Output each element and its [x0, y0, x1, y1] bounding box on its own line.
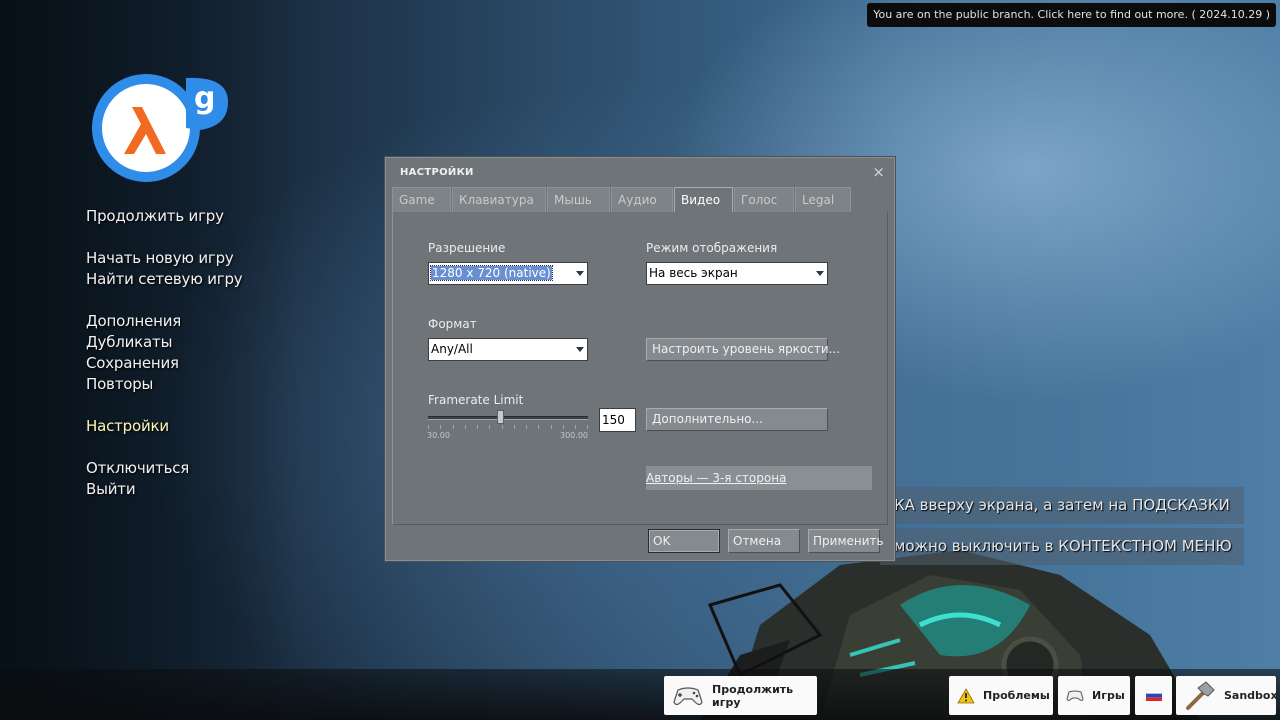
slider-ticks — [428, 425, 588, 429]
menu-addons[interactable]: Дополнения — [86, 311, 242, 332]
framerate-min-label: 30.00 — [427, 431, 450, 440]
hammer-icon — [1186, 680, 1215, 710]
gamemode-sandbox-button[interactable]: Sandbox — [1176, 676, 1278, 715]
menu-dupes[interactable]: Дубликаты — [86, 332, 242, 353]
continue-game-label: Продолжить игру — [712, 682, 794, 709]
menu-find-multiplayer[interactable]: Найти сетевую игру — [86, 269, 243, 290]
framerate-slider-thumb[interactable] — [497, 410, 504, 424]
display-mode-label: Режим отображения — [646, 241, 778, 255]
tab-game[interactable]: Game — [392, 187, 451, 212]
framerate-max-label: 300.00 — [560, 431, 588, 440]
framerate-label: Framerate Limit — [428, 393, 524, 407]
chevron-down-icon — [576, 347, 584, 352]
menu-saves[interactable]: Сохранения — [86, 353, 242, 374]
settings-dialog: НАСТРОЙКИ × Game Клавиатура Мышь Аудио В… — [384, 156, 896, 562]
dialog-title: НАСТРОЙКИ — [400, 167, 474, 178]
resolution-label: Разрешение — [428, 241, 506, 255]
games-button[interactable]: Игры — [1058, 676, 1130, 715]
apply-button[interactable]: Применить — [808, 529, 884, 553]
tab-video[interactable]: Видео — [674, 187, 733, 213]
menu-quit[interactable]: Выйти — [86, 479, 242, 500]
menu-demos[interactable]: Повторы — [86, 374, 242, 395]
cancel-button[interactable]: Отмена — [728, 529, 800, 553]
aspect-label: Формат — [428, 317, 477, 331]
gmod-logo: g — [92, 74, 228, 182]
chevron-down-icon — [816, 271, 824, 276]
warning-icon — [957, 687, 975, 703]
tab-voice[interactable]: Голос — [734, 187, 794, 212]
public-branch-banner[interactable]: You are on the public branch. Click here… — [867, 3, 1276, 27]
games-label: Игры — [1092, 689, 1125, 702]
brightness-button[interactable]: Настроить уровень яркости... — [646, 338, 840, 361]
main-menu: Продолжить игру Начать новую игру Найти … — [86, 206, 243, 500]
gamepad-icon — [673, 686, 703, 705]
menu-new-game[interactable]: Начать новую игру — [86, 248, 242, 269]
problems-button[interactable]: Проблемы — [949, 676, 1053, 715]
menu-resume-game[interactable]: Продолжить игру — [86, 206, 242, 227]
sandbox-label: Sandbox — [1224, 689, 1278, 702]
tab-legal[interactable]: Legal — [795, 187, 851, 212]
framerate-value-field[interactable]: 150 — [599, 408, 636, 432]
settings-tabs: Game Клавиатура Мышь Аудио Видео Голос L… — [392, 187, 852, 213]
menu-disconnect[interactable]: Отключиться — [86, 458, 242, 479]
problems-label: Проблемы — [983, 689, 1050, 702]
resolution-dropdown[interactable]: 1280 x 720 (native) — [428, 262, 588, 285]
tab-mouse[interactable]: Мышь — [547, 187, 610, 212]
chevron-down-icon — [576, 271, 584, 276]
framerate-slider-track[interactable] — [428, 416, 588, 420]
tab-audio[interactable]: Аудио — [611, 187, 673, 212]
gamepad-icon — [1066, 690, 1084, 701]
tab-keyboard[interactable]: Клавиатура — [452, 187, 546, 212]
display-mode-value: На весь экран — [649, 266, 738, 280]
close-icon[interactable]: × — [872, 165, 885, 180]
credits-link[interactable]: Авторы — 3-я сторона — [646, 466, 872, 490]
menu-options[interactable]: Настройки — [86, 416, 242, 437]
language-button[interactable] — [1135, 676, 1172, 715]
aspect-dropdown[interactable]: Any/All — [428, 338, 588, 361]
hint-strip: можно выключить в КОНТЕКСТНОМ МЕНЮ — [880, 528, 1244, 565]
logo-letter: g — [194, 81, 215, 116]
hint-strip: КА вверху экрана, а затем на ПОДСКАЗКИ — [880, 487, 1244, 524]
aspect-value: Any/All — [431, 342, 473, 356]
advanced-button[interactable]: Дополнительно... — [646, 408, 828, 431]
display-mode-dropdown[interactable]: На весь экран — [646, 262, 828, 285]
resolution-value: 1280 x 720 (native) — [430, 265, 553, 281]
continue-game-button[interactable]: Продолжить игру — [664, 676, 817, 715]
ok-button[interactable]: OK — [648, 529, 720, 553]
credits-link-label: Авторы — 3-я сторона — [646, 471, 787, 485]
russian-flag-icon — [1145, 690, 1162, 701]
